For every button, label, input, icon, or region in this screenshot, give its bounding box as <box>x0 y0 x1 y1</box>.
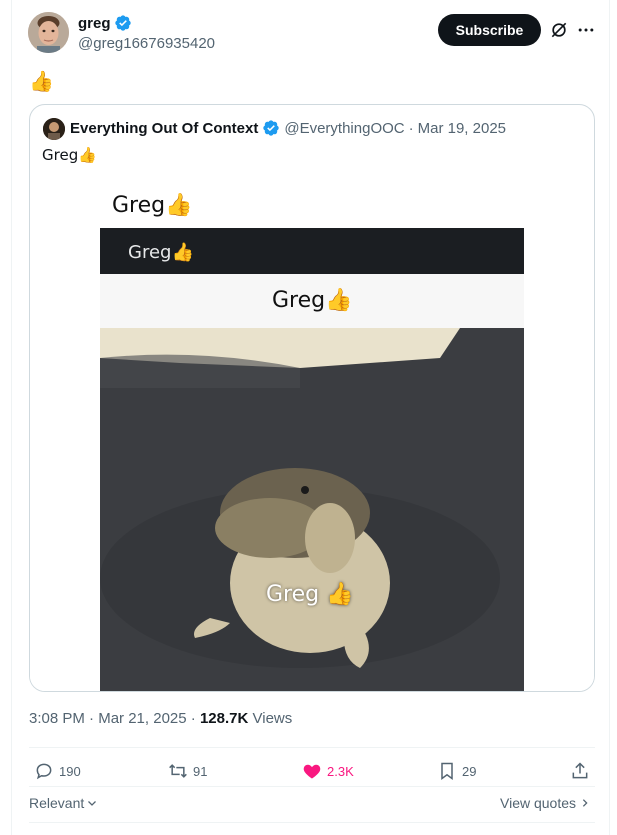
bookmark-count: 29 <box>462 763 477 779</box>
reply-count: 190 <box>59 763 81 779</box>
author-name[interactable]: greg <box>78 15 111 32</box>
reply-icon <box>36 763 52 780</box>
crocodile-illustration <box>100 328 524 691</box>
tweet-text: 👍 <box>29 69 54 93</box>
quoted-media-image[interactable]: Greg👍 Greg👍 Greg👍 Greg 👍 <box>30 181 594 691</box>
quoted-header: Everything Out Of Context @EverythingOOC… <box>70 119 506 137</box>
share-icon <box>572 762 588 779</box>
meta-separator: · <box>190 710 196 727</box>
meme-caption-photo: Greg 👍 <box>266 582 354 607</box>
tweet-meta: 3:08 PM · Mar 21, 2025 · 128.7K Views <box>29 710 292 727</box>
tweet-date[interactable]: Mar 21, 2025 <box>98 710 186 727</box>
meme-caption-top: Greg👍 <box>112 193 193 218</box>
bookmark-icon <box>441 762 453 780</box>
sort-dropdown[interactable]: Relevant <box>29 795 98 811</box>
right-border <box>609 0 610 835</box>
quoted-author-name[interactable]: Everything Out Of Context <box>70 120 258 137</box>
more-icon[interactable] <box>576 20 596 40</box>
chevron-right-icon <box>582 799 588 807</box>
views-label: Views <box>252 710 293 727</box>
views-count: 128.7K <box>199 710 249 727</box>
repost-count: 91 <box>193 763 208 779</box>
view-quotes-label: View quotes <box>500 795 577 811</box>
meta-separator: · <box>408 119 414 137</box>
chevron-down-icon <box>88 801 97 806</box>
heart-icon <box>303 764 321 779</box>
divider <box>29 822 595 823</box>
quoted-date[interactable]: Mar 19, 2025 <box>418 120 506 137</box>
reply-button[interactable]: 190 <box>34 760 81 782</box>
crocodile-photo: Greg 👍 <box>100 328 524 691</box>
like-button[interactable]: 2.3K <box>302 760 354 782</box>
author-name-row[interactable]: greg <box>78 14 132 32</box>
meme-dark-bar: Greg👍 <box>100 228 524 274</box>
share-button[interactable] <box>570 760 590 782</box>
verified-badge-icon <box>114 15 131 31</box>
like-count: 2.3K <box>327 763 354 779</box>
tweet-time[interactable]: 3:08 PM <box>29 710 85 727</box>
verified-badge-icon <box>263 120 280 136</box>
quoted-tweet-card[interactable]: Everything Out Of Context @EverythingOOC… <box>29 104 595 692</box>
divider <box>29 747 595 748</box>
meme-caption-light: Greg👍 <box>272 288 353 313</box>
view-quotes-link[interactable]: View quotes <box>500 795 590 811</box>
author-avatar[interactable] <box>28 12 69 53</box>
quoted-author-avatar[interactable] <box>43 118 65 140</box>
left-border <box>11 0 12 835</box>
grok-icon[interactable] <box>549 20 569 40</box>
bookmark-button[interactable]: 29 <box>437 760 476 782</box>
meme-light-bar: Greg👍 <box>100 274 524 328</box>
subscribe-button[interactable]: Subscribe <box>438 14 541 46</box>
quoted-author-handle[interactable]: @EverythingOOC <box>284 120 404 137</box>
repost-icon <box>169 764 187 778</box>
quoted-tweet-text: Greg👍 <box>42 146 97 164</box>
repost-button[interactable]: 91 <box>168 760 207 782</box>
author-handle[interactable]: @greg16676935420 <box>78 35 215 52</box>
meta-separator: · <box>89 710 95 727</box>
sort-label: Relevant <box>29 795 85 811</box>
divider <box>29 786 595 787</box>
meme-caption-dark: Greg👍 <box>128 242 194 263</box>
